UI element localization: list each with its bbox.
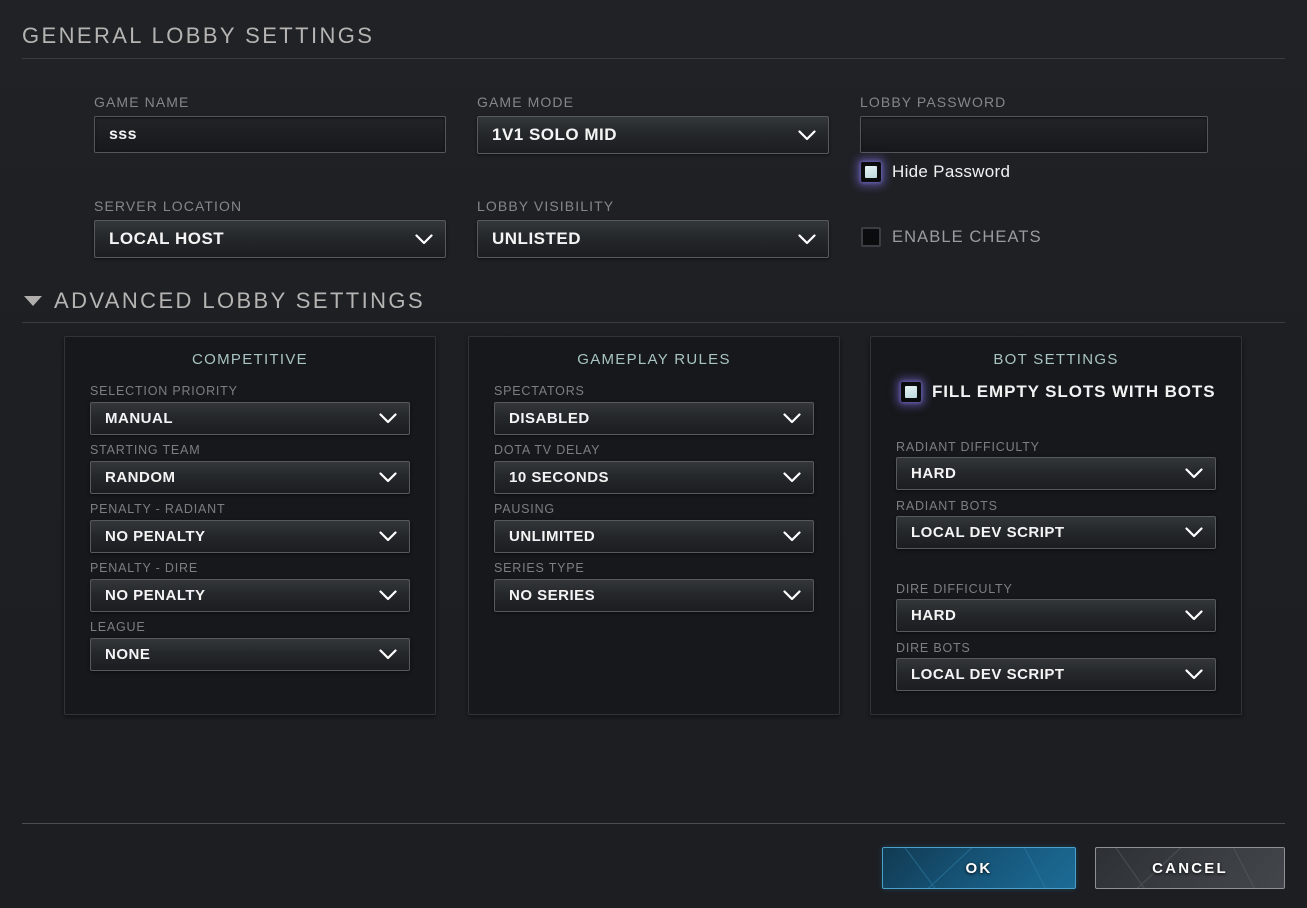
radiant-bots-dropdown[interactable]: LOCAL DEV SCRIPT [896, 516, 1216, 549]
chevron-down-icon [798, 233, 816, 245]
cancel-button-label: CANCEL [1152, 859, 1228, 877]
chevron-down-icon [1185, 669, 1203, 680]
pausing-value: UNLIMITED [509, 528, 596, 545]
advanced-settings-title: ADVANCED LOBBY SETTINGS [54, 288, 426, 313]
game-name-label: GAME NAME [94, 94, 190, 110]
dota-tv-delay-label: DOTA TV DELAY [494, 443, 601, 457]
dota-tv-delay-dropdown[interactable]: 10 SECONDS [494, 461, 814, 494]
spectators-dropdown[interactable]: DISABLED [494, 402, 814, 435]
general-settings-header: GENERAL LOBBY SETTINGS [22, 23, 374, 49]
lobby-visibility-value: UNLISTED [492, 229, 581, 248]
server-location-dropdown[interactable]: LOCAL HOST [94, 220, 446, 258]
chevron-down-icon [379, 649, 397, 660]
league-dropdown[interactable]: NONE [90, 638, 410, 671]
league-value: NONE [105, 646, 151, 663]
pausing-label: PAUSING [494, 502, 555, 516]
starting-team-dropdown[interactable]: RANDOM [90, 461, 410, 494]
lobby-settings-dialog: GENERAL LOBBY SETTINGS GAME NAME sss GAM… [0, 0, 1307, 908]
fill-empty-slots-checkbox[interactable] [901, 382, 921, 402]
dire-bots-label: DIRE BOTS [896, 641, 971, 655]
chevron-down-icon [783, 531, 801, 542]
ok-button-label: OK [965, 859, 993, 877]
chevron-down-icon [1185, 527, 1203, 538]
game-name-input[interactable]: sss [94, 116, 446, 153]
chevron-down-icon [783, 413, 801, 424]
selection-priority-dropdown[interactable]: MANUAL [90, 402, 410, 435]
radiant-difficulty-label: RADIANT DIFFICULTY [896, 440, 1040, 454]
chevron-down-icon [379, 413, 397, 424]
penalty-radiant-label: PENALTY - RADIANT [90, 502, 226, 516]
chevron-down-icon [1185, 468, 1203, 479]
enable-cheats-checkbox[interactable] [861, 227, 881, 247]
competitive-panel: COMPETITIVE SELECTION PRIORITY MANUAL ST… [64, 336, 436, 715]
cancel-button[interactable]: CANCEL [1095, 847, 1285, 889]
competitive-panel-title: COMPETITIVE [192, 351, 308, 368]
general-settings-title: GENERAL LOBBY SETTINGS [22, 23, 375, 48]
hide-password-checkbox-row[interactable]: Hide Password [861, 162, 1010, 182]
dire-bots-dropdown[interactable]: LOCAL DEV SCRIPT [896, 658, 1216, 691]
league-label: LEAGUE [90, 620, 146, 634]
series-type-label: SERIES TYPE [494, 561, 585, 575]
game-mode-value: 1V1 SOLO MID [492, 125, 618, 144]
hide-password-checkbox[interactable] [861, 162, 881, 182]
dire-bots-value: LOCAL DEV SCRIPT [911, 666, 1065, 683]
chevron-down-icon [379, 531, 397, 542]
chevron-down-icon [1185, 610, 1203, 621]
lobby-visibility-label: LOBBY VISIBILITY [477, 198, 615, 214]
enable-cheats-checkbox-row[interactable]: ENABLE CHEATS [861, 227, 1042, 247]
lobby-password-label: LOBBY PASSWORD [860, 94, 1007, 110]
dota-tv-delay-value: 10 SECONDS [509, 469, 610, 486]
selection-priority-value: MANUAL [105, 410, 173, 427]
chevron-down-icon [783, 590, 801, 601]
selection-priority-label: SELECTION PRIORITY [90, 384, 238, 398]
ok-button[interactable]: OK [882, 847, 1076, 889]
footer-divider [22, 823, 1285, 824]
radiant-difficulty-value: HARD [911, 465, 957, 482]
series-type-value: NO SERIES [509, 587, 596, 604]
game-mode-dropdown[interactable]: 1V1 SOLO MID [477, 116, 829, 154]
starting-team-value: RANDOM [105, 469, 176, 486]
lobby-password-input[interactable] [860, 116, 1208, 153]
radiant-bots-value: LOCAL DEV SCRIPT [911, 524, 1065, 541]
dire-difficulty-label: DIRE DIFFICULTY [896, 582, 1013, 596]
bot-settings-panel: BOT SETTINGS FILL EMPTY SLOTS WITH BOTS … [870, 336, 1242, 715]
game-name-value: sss [109, 125, 137, 143]
dire-difficulty-value: HARD [911, 607, 957, 624]
series-type-dropdown[interactable]: NO SERIES [494, 579, 814, 612]
radiant-difficulty-dropdown[interactable]: HARD [896, 457, 1216, 490]
server-location-value: LOCAL HOST [109, 229, 225, 248]
radiant-bots-label: RADIANT BOTS [896, 499, 998, 513]
penalty-radiant-value: NO PENALTY [105, 528, 206, 545]
hide-password-label: Hide Password [892, 162, 1011, 181]
chevron-down-icon [798, 129, 816, 141]
triangle-down-icon [24, 296, 42, 306]
gameplay-rules-panel: GAMEPLAY RULES SPECTATORS DISABLED DOTA … [468, 336, 840, 715]
lobby-visibility-dropdown[interactable]: UNLISTED [477, 220, 829, 258]
penalty-radiant-dropdown[interactable]: NO PENALTY [90, 520, 410, 553]
spectators-value: DISABLED [509, 410, 590, 427]
spectators-label: SPECTATORS [494, 384, 585, 398]
fill-empty-slots-checkbox-row[interactable]: FILL EMPTY SLOTS WITH BOTS [901, 382, 1215, 402]
advanced-header-divider [22, 322, 1285, 323]
pausing-dropdown[interactable]: UNLIMITED [494, 520, 814, 553]
gameplay-rules-panel-title: GAMEPLAY RULES [577, 351, 731, 368]
bot-settings-panel-title: BOT SETTINGS [993, 351, 1119, 368]
chevron-down-icon [783, 472, 801, 483]
penalty-dire-label: PENALTY - DIRE [90, 561, 198, 575]
starting-team-label: STARTING TEAM [90, 443, 201, 457]
dire-difficulty-dropdown[interactable]: HARD [896, 599, 1216, 632]
chevron-down-icon [379, 472, 397, 483]
server-location-label: SERVER LOCATION [94, 198, 243, 214]
advanced-settings-header[interactable]: ADVANCED LOBBY SETTINGS [24, 288, 425, 314]
chevron-down-icon [379, 590, 397, 601]
game-mode-label: GAME MODE [477, 94, 575, 110]
penalty-dire-value: NO PENALTY [105, 587, 206, 604]
general-header-divider [22, 58, 1285, 59]
fill-empty-slots-label: FILL EMPTY SLOTS WITH BOTS [932, 382, 1216, 401]
enable-cheats-label: ENABLE CHEATS [892, 227, 1042, 246]
penalty-dire-dropdown[interactable]: NO PENALTY [90, 579, 410, 612]
chevron-down-icon [415, 233, 433, 245]
